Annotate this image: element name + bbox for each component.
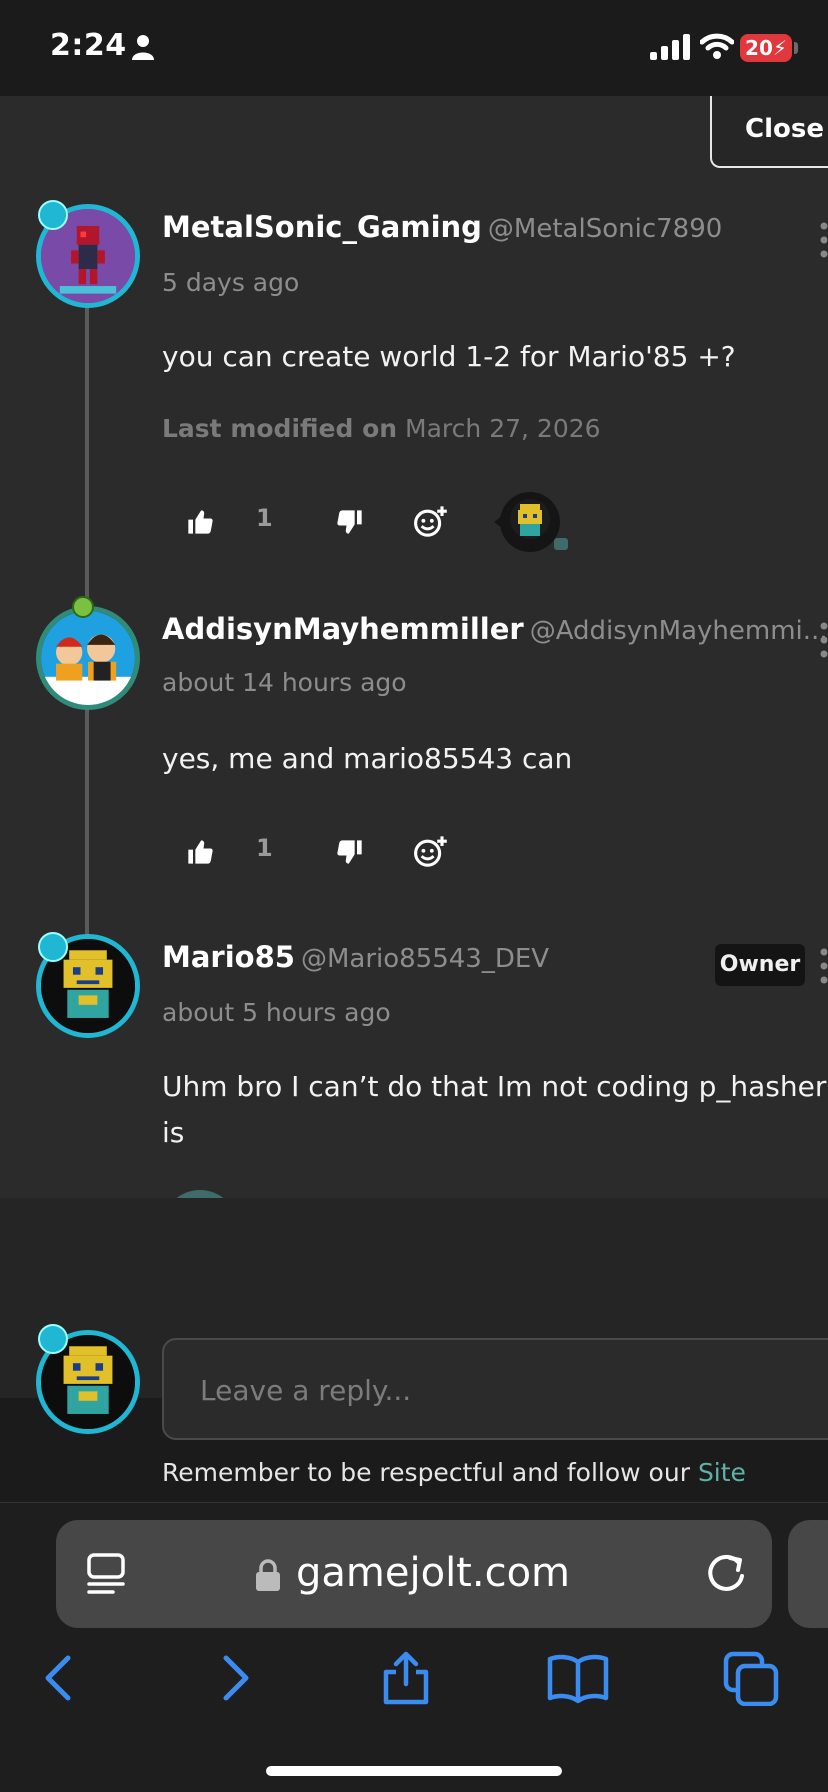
community-reminder: Remember to be respectful and follow our…	[162, 1458, 746, 1487]
add-reaction-button[interactable]	[392, 814, 468, 890]
dislike-button[interactable]	[312, 484, 388, 560]
dislike-button[interactable]	[312, 814, 388, 890]
avatar-badge-icon	[72, 596, 94, 618]
person-icon	[132, 35, 154, 60]
status-time: 2:24	[50, 28, 127, 63]
signal-icon	[650, 34, 690, 60]
avatar-image	[41, 611, 135, 705]
site-guidelines-link[interactable]: Site	[698, 1458, 746, 1487]
comment-timestamp[interactable]: 5 days ago	[162, 268, 299, 297]
like-button[interactable]	[162, 814, 238, 890]
more-icon[interactable]	[820, 222, 828, 258]
charging-icon: ⚡	[772, 36, 787, 60]
reload-icon[interactable]	[704, 1552, 748, 1596]
author-handle[interactable]: @Mario85543_DEV	[301, 944, 549, 974]
thumbs-down-icon	[337, 510, 362, 534]
forward-icon[interactable]	[216, 1650, 256, 1706]
comment-text: Uhm bro I can’t do that Im not coding p_…	[162, 1064, 826, 1156]
share-icon[interactable]	[380, 1650, 432, 1706]
comment-text-line: is	[162, 1116, 185, 1149]
thumbs-down-icon	[337, 840, 362, 864]
thumbs-up-icon	[188, 840, 213, 864]
comment-author[interactable]: AddisynMayhemmiller @AddisynMayhemmi...	[162, 612, 828, 646]
add-reaction-icon	[414, 506, 447, 537]
author-name[interactable]: MetalSonic_Gaming	[162, 210, 482, 244]
comment-text: you can create world 1-2 for Mario'85 +?	[162, 340, 736, 373]
url-text[interactable]: gamejolt.com	[296, 1550, 570, 1596]
author-name[interactable]: AddisynMayhemmiller	[162, 612, 524, 646]
comment-actions: 1	[162, 484, 662, 560]
lock-icon	[256, 1559, 280, 1591]
reminder-text: Remember to be respectful and follow our	[162, 1458, 690, 1487]
add-reaction-icon	[414, 836, 447, 867]
battery-tip	[794, 42, 798, 54]
like-count[interactable]: 1	[256, 504, 273, 532]
like-button[interactable]	[162, 484, 238, 560]
add-reaction-button[interactable]	[392, 484, 468, 560]
more-icon[interactable]	[820, 948, 828, 984]
author-name[interactable]: Mario85	[162, 940, 295, 974]
tabs-icon[interactable]	[722, 1650, 780, 1706]
comment-author[interactable]: Mario85 @Mario85543_DEV	[162, 940, 549, 974]
last-modified: Last modified on March 27, 2026	[162, 414, 601, 443]
like-count[interactable]: 1	[256, 834, 273, 862]
comment-text: yes, me and mario85543 can	[162, 742, 573, 775]
modified-label: Last modified on	[162, 414, 398, 443]
thumbs-up-icon	[188, 510, 213, 534]
avatar[interactable]	[36, 606, 140, 710]
avatar-badge-icon	[38, 1324, 68, 1354]
avatar-badge-icon	[38, 200, 68, 230]
battery-level: 20	[745, 36, 773, 60]
reaction-avatar[interactable]	[492, 484, 568, 560]
author-handle[interactable]: @AddisynMayhemmi...	[530, 616, 828, 646]
reaction-avatar-image	[494, 492, 568, 552]
home-indicator[interactable]	[266, 1766, 562, 1776]
comment-author[interactable]: MetalSonic_Gaming @MetalSonic7890	[162, 210, 722, 244]
comment-text-line: Uhm bro I can’t do that Im not coding p_…	[162, 1070, 827, 1103]
more-icon[interactable]	[820, 622, 828, 658]
comment-timestamp[interactable]: about 5 hours ago	[162, 998, 391, 1027]
wifi-icon	[700, 33, 734, 59]
status-bar: 2:24 20 ⚡	[0, 0, 828, 96]
author-handle[interactable]: @MetalSonic7890	[488, 214, 722, 244]
comment-timestamp[interactable]: about 14 hours ago	[162, 668, 407, 697]
avatar-badge-icon	[38, 932, 68, 962]
reader-icon[interactable]	[86, 1552, 126, 1596]
close-button[interactable]: Close	[710, 96, 828, 168]
battery-indicator: 20 ⚡	[740, 34, 792, 62]
back-icon[interactable]	[38, 1650, 78, 1706]
modified-date: March 27, 2026	[405, 414, 601, 443]
next-tab-preview[interactable]	[788, 1520, 828, 1628]
comment-actions: 1	[162, 814, 662, 890]
reply-input[interactable]: Leave a reply...	[162, 1338, 828, 1440]
comment-thread-panel: Close MetalSonic_Gaming @MetalSonic7890 5…	[0, 96, 828, 1292]
owner-badge: Owner	[715, 944, 805, 986]
bookmarks-icon[interactable]	[546, 1650, 610, 1706]
